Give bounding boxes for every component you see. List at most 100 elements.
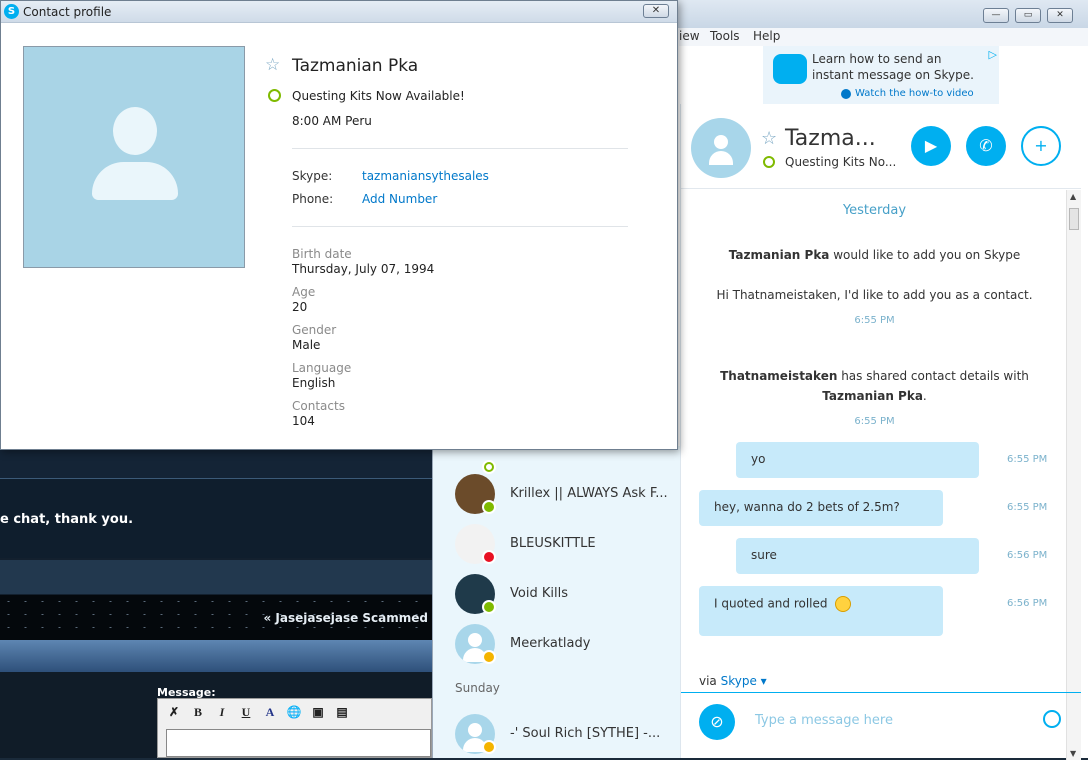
status-online-icon (763, 156, 775, 168)
request-text: would like to add you on Skype (829, 248, 1021, 262)
contacts-value: 104 (292, 414, 315, 428)
audio-call-button[interactable]: ✆ (966, 126, 1006, 166)
via-selector: via Skype ▾ (699, 674, 767, 688)
profile-picture (23, 46, 245, 268)
forum-thread-link[interactable]: « Jasejasejase Scammed (263, 611, 428, 625)
ad-video-link[interactable]: Watch the how-to video (855, 88, 974, 99)
profile-name: Tazmanian Pka (292, 56, 419, 76)
compose-divider (681, 692, 1081, 693)
dialog-titlebar: S Contact profile ✕ (1, 1, 677, 23)
contact-name: Krillex || ALWAYS Ask F... (510, 486, 668, 501)
font-color-button[interactable]: A (260, 703, 280, 721)
scroll-down-icon[interactable]: ▼ (1070, 749, 1076, 758)
emoticon-icon[interactable] (1043, 710, 1061, 728)
italic-button[interactable]: I (212, 703, 232, 721)
quote-icon[interactable]: ▤ (332, 703, 352, 721)
age-label: Age (292, 285, 316, 299)
ad-line-2: instant message on Skype. (812, 68, 974, 82)
via-prefix: via (699, 674, 721, 688)
day-separator: Yesterday (842, 203, 907, 218)
forum-message-editor: ✗ B I U A 🌐 ▣ ▤ (157, 698, 432, 758)
add-number-link[interactable]: Add Number (362, 192, 437, 206)
video-camera-icon: ▶ (924, 136, 938, 155)
favorite-star-icon[interactable]: ☆ (265, 55, 280, 75)
message-time: 6:55 PM (854, 416, 895, 427)
shared-text: has shared contact details with (837, 369, 1029, 383)
age-value: 20 (292, 300, 308, 314)
maximize-button[interactable]: ▭ (1015, 8, 1041, 23)
chat-message[interactable]: hey, wanna do 2 bets of 2.5m? (699, 490, 943, 526)
chat-bubble-icon (773, 54, 807, 84)
ad-line-1: Learn how to send an (812, 52, 942, 66)
status-icon (482, 550, 496, 564)
scroll-thumb[interactable] (1069, 208, 1079, 230)
menu-help[interactable]: Help (753, 29, 780, 43)
chat-message[interactable]: sure (736, 538, 979, 574)
contact-item[interactable]: -' Soul Rich [SYTHE] -... (433, 708, 680, 758)
contacts-label: Contacts (292, 399, 345, 413)
message-time: 6:56 PM (1007, 550, 1048, 561)
contact-item[interactable]: Krillex || ALWAYS Ask F... (433, 468, 680, 518)
menu-view[interactable]: iew (679, 29, 700, 43)
favorite-star-icon[interactable]: ☆ (761, 128, 777, 149)
contact-list: Krillex || ALWAYS Ask F... BLEUSKITTLE V… (433, 446, 680, 758)
divider (292, 148, 628, 149)
message-input[interactable]: Type a message here (755, 713, 893, 728)
divider (292, 226, 628, 227)
shared-sender: Thatnameistaken (720, 369, 838, 383)
skype-menubar: iew Tools Help (679, 28, 1088, 46)
video-call-button[interactable]: ▶ (911, 126, 951, 166)
add-participant-button[interactable]: + (1021, 126, 1061, 166)
play-icon (841, 89, 851, 99)
chat-contact-name: Tazma... (785, 126, 876, 151)
chat-message[interactable]: yo (736, 442, 979, 478)
phone-label: Phone: (292, 192, 334, 206)
underline-button[interactable]: U (236, 703, 256, 721)
remove-format-icon[interactable]: ✗ (164, 703, 184, 721)
gender-value: Male (292, 338, 321, 352)
contact-item[interactable]: Meerkatlady (433, 618, 680, 668)
chat-pane: ☆ Tazma... Questing Kits No... ▶ ✆ + Yes… (680, 104, 1088, 760)
birth-date-value: Thursday, July 07, 1994 (292, 262, 435, 276)
system-message: Tazmanian Pka would like to add you on S… (681, 248, 1068, 262)
skype-label: Skype: (292, 169, 333, 183)
chat-message-text: I quoted and rolled (714, 596, 828, 611)
via-skype-link[interactable]: Skype ▾ (721, 674, 767, 688)
status-online-icon (268, 89, 281, 102)
chat-message[interactable]: I quoted and rolled (699, 586, 943, 636)
forum-nav-bar (0, 640, 432, 672)
link-icon[interactable]: 🌐 (284, 703, 304, 721)
language-label: Language (292, 361, 352, 375)
status-icon (482, 650, 496, 664)
forum-notice-text: e chat, thank you. (0, 512, 134, 527)
smile-emoticon-icon (835, 596, 852, 612)
dialog-title: Contact profile (23, 5, 112, 19)
contact-name: -' Soul Rich [SYTHE] -... (510, 726, 661, 741)
forum-message-textarea[interactable] (166, 729, 431, 757)
attach-button[interactable]: ⊘ (699, 704, 735, 740)
message-time: 6:55 PM (854, 315, 895, 326)
chat-scrollbar[interactable]: ▲ ▼ (1066, 190, 1081, 760)
contact-item[interactable]: Void Kills (433, 568, 680, 618)
header-divider (681, 188, 1081, 189)
ad-choices-icon[interactable]: ▷ (989, 48, 997, 61)
profile-local-time: 8:00 AM Peru (292, 114, 372, 128)
chat-avatar[interactable] (691, 118, 751, 178)
dialog-close-button[interactable]: ✕ (643, 4, 669, 18)
scroll-up-icon[interactable]: ▲ (1070, 192, 1076, 201)
status-icon (482, 500, 496, 514)
contact-item[interactable]: BLEUSKITTLE (433, 518, 680, 568)
image-icon[interactable]: ▣ (308, 703, 328, 721)
window-close-button[interactable]: ✕ (1047, 8, 1073, 23)
forum-divider-band (0, 560, 432, 594)
forum-background: e chat, thank you. « Jasejasejase Scamme… (0, 420, 432, 758)
menu-tools[interactable]: Tools (710, 29, 740, 43)
bold-button[interactable]: B (188, 703, 208, 721)
profile-mood: Questing Kits Now Available! (292, 89, 465, 103)
shared-period: . (922, 389, 927, 403)
phone-icon: ✆ (979, 136, 993, 155)
skype-name-link[interactable]: tazmaniansythesales (362, 169, 489, 183)
minimize-button[interactable]: — (983, 8, 1009, 23)
skype-logo-icon: S (4, 4, 19, 19)
skype-ad-banner[interactable]: Learn how to send an instant message on … (763, 46, 999, 104)
